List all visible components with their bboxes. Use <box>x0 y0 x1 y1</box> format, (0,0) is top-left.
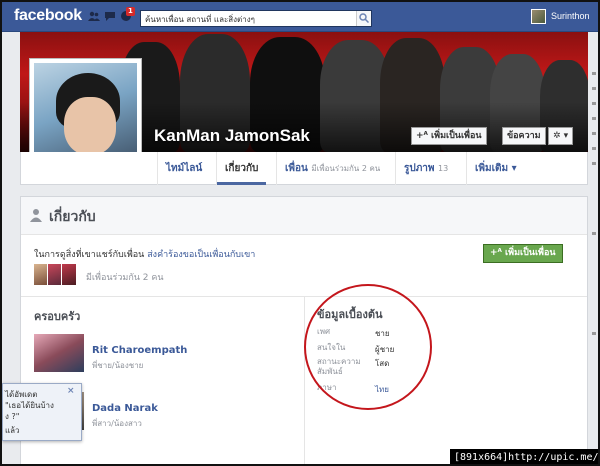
add-friend-green-button[interactable]: +ᴬ เพิ่มเป็นเพื่อน <box>483 244 563 263</box>
tab-friends[interactable]: เพื่อน มีเพื่อนร่วมกัน 2 คน <box>276 152 388 185</box>
search-icon <box>359 13 370 24</box>
share-text: ในการดูสิ่งที่เขาแชร์กับเพื่อน <box>34 250 145 260</box>
info-value: โสด <box>375 359 390 368</box>
about-header: เกี่ยวกับ <box>21 197 587 235</box>
current-user-avatar[interactable] <box>531 9 546 24</box>
gear-menu-button[interactable]: ✲ ▾ <box>548 127 574 145</box>
photo-face <box>64 97 116 155</box>
watermark: [891x664]http://upic.me/ <box>450 449 598 464</box>
tab-sub: มีเพื่อนร่วมกัน 2 คน <box>311 164 381 173</box>
search-input[interactable]: ค้นหาเพื่อน สถานที่ และสิ่งต่างๆ <box>140 10 372 27</box>
scroll-tick <box>592 102 596 105</box>
current-user-name[interactable]: Surinthon <box>551 11 590 21</box>
info-value: ชาย <box>375 329 390 338</box>
tab-label: เพิ่มเติม ▾ <box>475 163 517 174</box>
popup-line: แล้ว <box>5 426 20 435</box>
friend-requests-icon[interactable] <box>88 10 100 22</box>
family-title: ครอบครัว <box>34 310 81 323</box>
mutual-friend-thumb[interactable] <box>62 264 76 285</box>
family-member-photo[interactable] <box>34 334 84 372</box>
profile-tabs: ไทม์ไลน์ เกี่ยวกับ เพื่อน มีเพื่อนร่วมกั… <box>20 152 588 185</box>
info-value: ผู้ชาย <box>375 345 395 354</box>
info-label: ภาษา <box>317 383 337 392</box>
scroll-tick <box>592 232 596 235</box>
scroll-tick <box>592 332 596 335</box>
send-friend-request-link[interactable]: ส่งคำร้องขอเป็นเพื่อนกับเขา <box>147 250 255 260</box>
about-title: เกี่ยวกับ <box>49 209 96 225</box>
about-card: เกี่ยวกับ ในการดูสิ่งที่เขาแชร์กับเพื่อน… <box>20 196 588 464</box>
scroll-tick <box>592 147 596 150</box>
profile-photo <box>34 63 137 166</box>
search-placeholder: ค้นหาเพื่อน สถานที่ และสิ่งต่างๆ <box>145 15 255 24</box>
family-member[interactable]: Rit Charoempath พี่ชาย/น้องชาย <box>34 334 294 372</box>
popup-line: ง ?" <box>5 412 20 421</box>
person-icon <box>30 209 42 222</box>
tab-timeline[interactable]: ไทม์ไลน์ <box>157 152 210 185</box>
screenshot-frame: facebook 1 ค้นหาเพื่อน สถานที่ และสิ่งต่… <box>0 0 600 466</box>
tab-more[interactable]: เพิ่มเติม ▾ <box>466 152 525 185</box>
info-value[interactable]: ไทย <box>375 383 389 396</box>
search-button[interactable] <box>356 11 371 26</box>
add-friend-button[interactable]: +ᴬ เพิ่มเป็นเพื่อน <box>411 127 487 145</box>
facebook-logo[interactable]: facebook <box>14 7 82 25</box>
scroll-tick <box>592 162 596 165</box>
info-label: สนใจใน <box>317 343 346 352</box>
column-divider <box>304 297 305 464</box>
tab-sub: 13 <box>438 164 449 173</box>
tab-about[interactable]: เกี่ยวกับ <box>216 152 267 185</box>
family-member-name[interactable]: Rit Charoempath <box>92 345 187 356</box>
scrollbar[interactable] <box>590 32 598 452</box>
tab-photos[interactable]: รูปภาพ 13 <box>395 152 456 185</box>
basic-info-title: ข้อมูลเบื้องต้น <box>317 308 383 321</box>
info-label: เพศ <box>317 327 331 336</box>
messages-icon[interactable] <box>104 10 116 22</box>
scroll-tick <box>592 132 596 135</box>
tab-label: รูปภาพ <box>404 163 435 174</box>
family-member-relation: พี่ชาย/น้องชาย <box>92 361 144 370</box>
notification-popup[interactable]: ได้อัพเดต "เธอได้ยินบ้าง ง ?" แล้ว × <box>2 383 82 441</box>
tab-label: ไทม์ไลน์ <box>166 163 203 174</box>
tab-label: เกี่ยวกับ <box>225 163 259 174</box>
profile-name[interactable]: KanMan JamonSak <box>154 126 310 146</box>
notification-badge: 1 <box>126 7 135 16</box>
close-icon[interactable]: × <box>67 386 75 396</box>
share-line: ในการดูสิ่งที่เขาแชร์กับเพื่อน ส่งคำร้อง… <box>34 247 255 261</box>
mutual-friend-thumb[interactable] <box>48 264 61 285</box>
tab-label: เพื่อน <box>285 163 308 174</box>
family-member-name[interactable]: Dada Narak <box>92 403 158 414</box>
mutual-friends-text[interactable]: มีเพื่อนร่วมกัน 2 คน <box>86 270 164 284</box>
mutual-friend-thumb[interactable] <box>34 264 47 285</box>
info-label: สถานะความสัมพันธ์ <box>317 357 361 376</box>
top-bar: facebook 1 ค้นหาเพื่อน สถานที่ และสิ่งต่… <box>2 2 598 32</box>
message-button[interactable]: ข้อความ <box>502 127 546 145</box>
scroll-tick <box>592 87 596 90</box>
scroll-tick <box>592 72 596 75</box>
scroll-tick <box>592 117 596 120</box>
family-member-relation: พี่สาว/น้องสาว <box>92 419 142 428</box>
